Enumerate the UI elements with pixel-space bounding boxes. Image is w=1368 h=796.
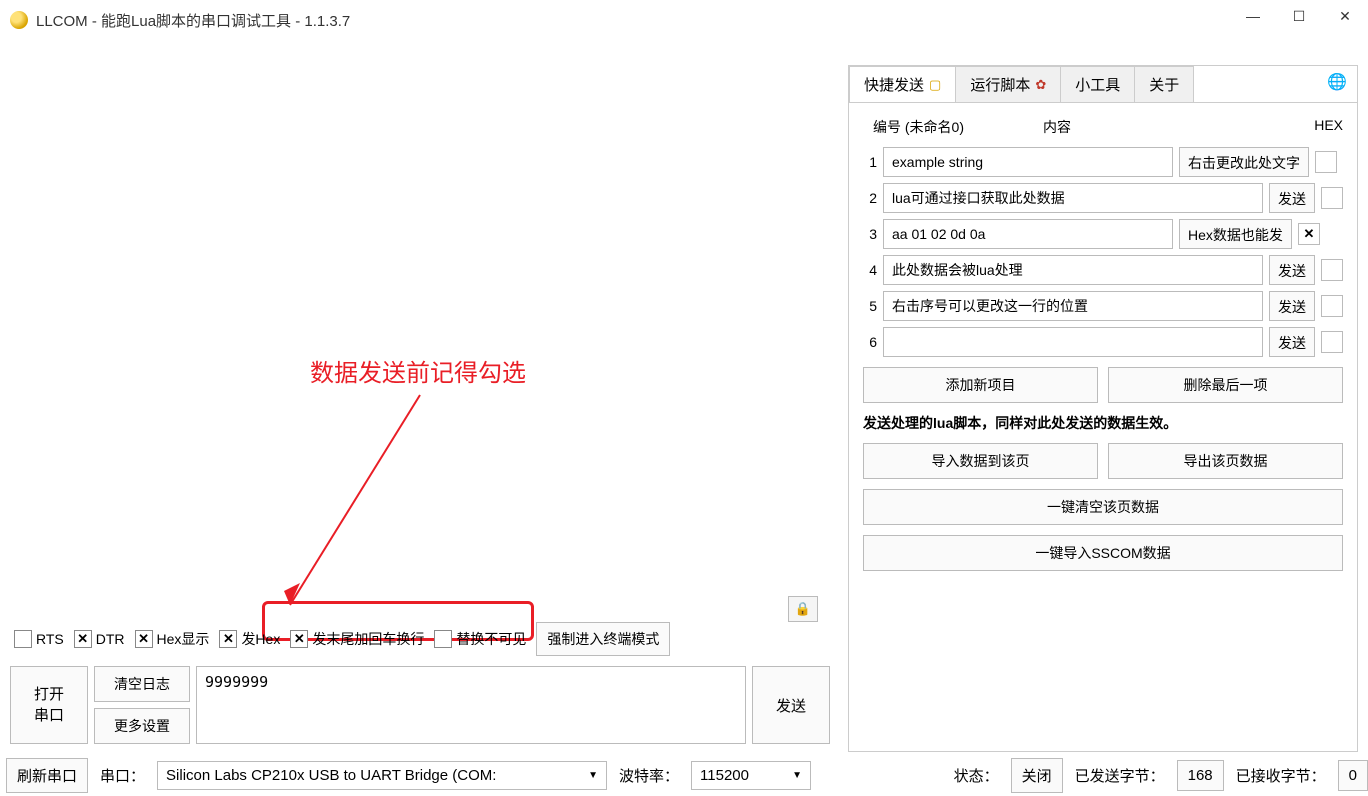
lock-icon[interactable]: 🔒 [788,596,818,622]
window-title: LLCOM - 能跑Lua脚本的串口调试工具 - 1.1.3.7 [36,10,350,31]
tab-about-label: 关于 [1149,74,1179,95]
tab-run-script[interactable]: 运行脚本 ✿ [955,66,1061,102]
clear-page-button[interactable]: 一键清空该页数据 [863,489,1343,525]
quick-row-hex-checkbox[interactable] [1321,187,1343,209]
dtr-label: DTR [96,631,125,647]
tab-about[interactable]: 关于 [1134,66,1194,102]
quick-row-content[interactable] [883,255,1263,285]
quick-row-hex-checkbox[interactable] [1315,151,1337,173]
tabs: 快捷发送 ▢ 运行脚本 ✿ 小工具 关于 🌐 [849,66,1357,103]
quick-row: 6 发送 [863,327,1343,357]
add-item-button[interactable]: 添加新项目 [863,367,1098,403]
close-button[interactable]: ✕ [1322,0,1368,32]
replace-invisible-checkbox[interactable] [434,630,452,648]
rts-label: RTS [36,631,64,647]
annotation-arrow [270,385,440,615]
options-row: RTS DTR Hex显示 发Hex 发末尾加回车换行 替换不可见 强制进入终端… [14,622,670,656]
clear-log-button[interactable]: 清空日志 [94,666,190,702]
quick-row-action[interactable]: 发送 [1269,327,1315,357]
quick-note: 发送处理的lua脚本，同样对此处发送的数据生效。 [863,413,1343,433]
sent-value: 168 [1177,760,1224,791]
export-data-button[interactable]: 导出该页数据 [1108,443,1343,479]
send-input[interactable] [196,666,746,744]
port-value: Silicon Labs CP210x USB to UART Bridge (… [166,767,496,784]
quick-row-content[interactable] [883,219,1173,249]
state-label: 状态： [950,765,1003,786]
tab-run-script-label: 运行脚本 [970,74,1030,95]
quick-row-index[interactable]: 3 [863,226,877,242]
quick-row-index[interactable]: 5 [863,298,877,314]
terminal-mode-button[interactable]: 强制进入终端模式 [536,622,670,656]
replace-invisible-label: 替换不可见 [456,629,526,649]
maximize-button[interactable]: ☐ [1276,0,1322,32]
sent-label: 已发送字节： [1071,765,1169,786]
quick-row-content[interactable] [883,147,1173,177]
quick-row-index[interactable]: 4 [863,262,877,278]
quick-row-hex-checkbox[interactable] [1321,295,1343,317]
quick-row: 5 发送 [863,291,1343,321]
quick-row: 4 发送 [863,255,1343,285]
recv-value: 0 [1338,760,1368,791]
script-icon: ✿ [1035,77,1046,93]
baud-select[interactable]: 115200 ▼ [691,761,811,790]
quick-row-hex-checkbox[interactable] [1321,259,1343,281]
quick-header-num: 编号 (未命名0) [873,117,1003,137]
dtr-checkbox[interactable] [74,630,92,648]
chevron-down-icon: ▼ [792,770,802,781]
append-crlf-checkbox[interactable] [290,630,308,648]
tab-quick-send[interactable]: 快捷发送 ▢ [849,66,956,102]
app-icon [10,11,28,29]
quick-send-panel: 编号 (未命名0) 内容 HEX 1 右击更改此处文字 2 发送 3 Hex数据也能发 4 发… [849,103,1357,585]
port-select[interactable]: Silicon Labs CP210x USB to UART Bridge (… [157,761,607,790]
quick-row-action[interactable]: 发送 [1269,291,1315,321]
state-value: 关闭 [1011,758,1063,793]
send-button[interactable]: 发送 [752,666,830,744]
quick-header-content: 内容 [1003,117,1303,137]
quick-row-content[interactable] [883,183,1263,213]
more-settings-button[interactable]: 更多设置 [94,708,190,744]
minimize-button[interactable]: — [1230,0,1276,32]
import-data-button[interactable]: 导入数据到该页 [863,443,1098,479]
quick-row-action[interactable]: Hex数据也能发 [1179,219,1292,249]
refresh-ports-button[interactable]: 刷新串口 [6,758,88,793]
rts-checkbox[interactable] [14,630,32,648]
globe-icon[interactable]: 🌐 [1317,66,1357,102]
quick-row-hex-checkbox[interactable] [1321,331,1343,353]
quick-row-hex-checkbox[interactable] [1298,223,1320,245]
status-bar: 刷新串口 串口： Silicon Labs CP210x USB to UART… [6,756,1368,794]
log-area: 数据发送前记得勾选 🔒 RTS DTR Hex显示 发Hex 发末尾加回车换行 … [10,65,848,752]
append-crlf-label: 发末尾加回车换行 [312,629,424,649]
send-hex-label: 发Hex [241,629,280,649]
open-port-button[interactable]: 打开 串口 [10,666,88,744]
right-panel: 快捷发送 ▢ 运行脚本 ✿ 小工具 关于 🌐 编号 (未命名0) 内容 HEX [848,65,1358,752]
tab-tools-label: 小工具 [1075,74,1120,95]
quick-row-index[interactable]: 1 [863,154,877,170]
note-icon: ▢ [929,77,941,93]
quick-row-action[interactable]: 发送 [1269,183,1315,213]
titlebar: LLCOM - 能跑Lua脚本的串口调试工具 - 1.1.3.7 — ☐ ✕ [0,0,1368,40]
baud-value: 115200 [700,767,749,784]
tab-quick-send-label: 快捷发送 [864,74,924,95]
hex-display-label: Hex显示 [157,629,210,649]
port-label: 串口： [96,765,149,786]
quick-row-content[interactable] [883,327,1263,357]
hex-display-checkbox[interactable] [135,630,153,648]
quick-row-action[interactable]: 发送 [1269,255,1315,285]
recv-label: 已接收字节： [1232,765,1330,786]
quick-row: 3 Hex数据也能发 [863,219,1343,249]
annotation-text: 数据发送前记得勾选 [310,353,526,388]
quick-row-index[interactable]: 6 [863,334,877,350]
tab-tools[interactable]: 小工具 [1060,66,1135,102]
baud-label: 波特率： [615,765,683,786]
quick-row-index[interactable]: 2 [863,190,877,206]
quick-header-hex: HEX [1303,117,1343,137]
quick-row-action[interactable]: 右击更改此处文字 [1179,147,1309,177]
import-sscom-button[interactable]: 一键导入SSCOM数据 [863,535,1343,571]
delete-last-button[interactable]: 删除最后一项 [1108,367,1343,403]
quick-row: 2 发送 [863,183,1343,213]
quick-row: 1 右击更改此处文字 [863,147,1343,177]
send-hex-checkbox[interactable] [219,630,237,648]
quick-row-content[interactable] [883,291,1263,321]
chevron-down-icon: ▼ [588,770,598,781]
